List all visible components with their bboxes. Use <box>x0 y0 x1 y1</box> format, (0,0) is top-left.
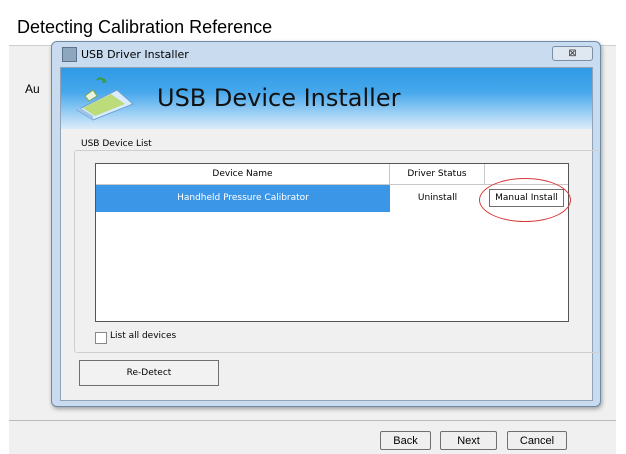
wizard-body-text: Au <box>25 82 40 96</box>
column-header-driver-status[interactable]: Driver Status <box>390 164 485 185</box>
dialog-title-bar[interactable]: USB Driver Installer ⊠ <box>52 42 600 67</box>
usb-drive-logo <box>75 77 134 121</box>
close-icon[interactable]: ⊠ <box>552 46 593 61</box>
dialog-title: USB Driver Installer <box>81 48 189 61</box>
table-row-device-name[interactable]: Handheld Pressure Calibrator <box>96 185 390 212</box>
list-all-devices-checkbox[interactable] <box>95 332 107 344</box>
wizard-title: Detecting Calibration Reference <box>17 17 273 37</box>
installer-banner: USB Device Installer <box>61 68 592 129</box>
usb-device-list-label: USB Device List <box>78 139 155 149</box>
column-header-action <box>485 164 568 185</box>
usb-installer-window-icon <box>62 47 77 62</box>
list-all-devices-label[interactable]: List all devices <box>110 331 176 341</box>
usb-device-table: Device Name Driver Status Handheld Press… <box>95 163 569 322</box>
column-header-device-name[interactable]: Device Name <box>96 164 390 185</box>
banner-title: USB Device Installer <box>157 84 401 112</box>
cancel-button[interactable]: Cancel <box>507 431 567 450</box>
manual-install-label: Manual Install <box>489 189 564 207</box>
manual-install-button[interactable]: Manual Install <box>485 185 568 212</box>
next-button[interactable]: Next <box>440 431 497 450</box>
table-row-driver-status[interactable]: Uninstall <box>390 185 485 212</box>
back-button[interactable]: Back <box>380 431 431 450</box>
re-detect-button[interactable]: Re-Detect <box>79 360 219 386</box>
